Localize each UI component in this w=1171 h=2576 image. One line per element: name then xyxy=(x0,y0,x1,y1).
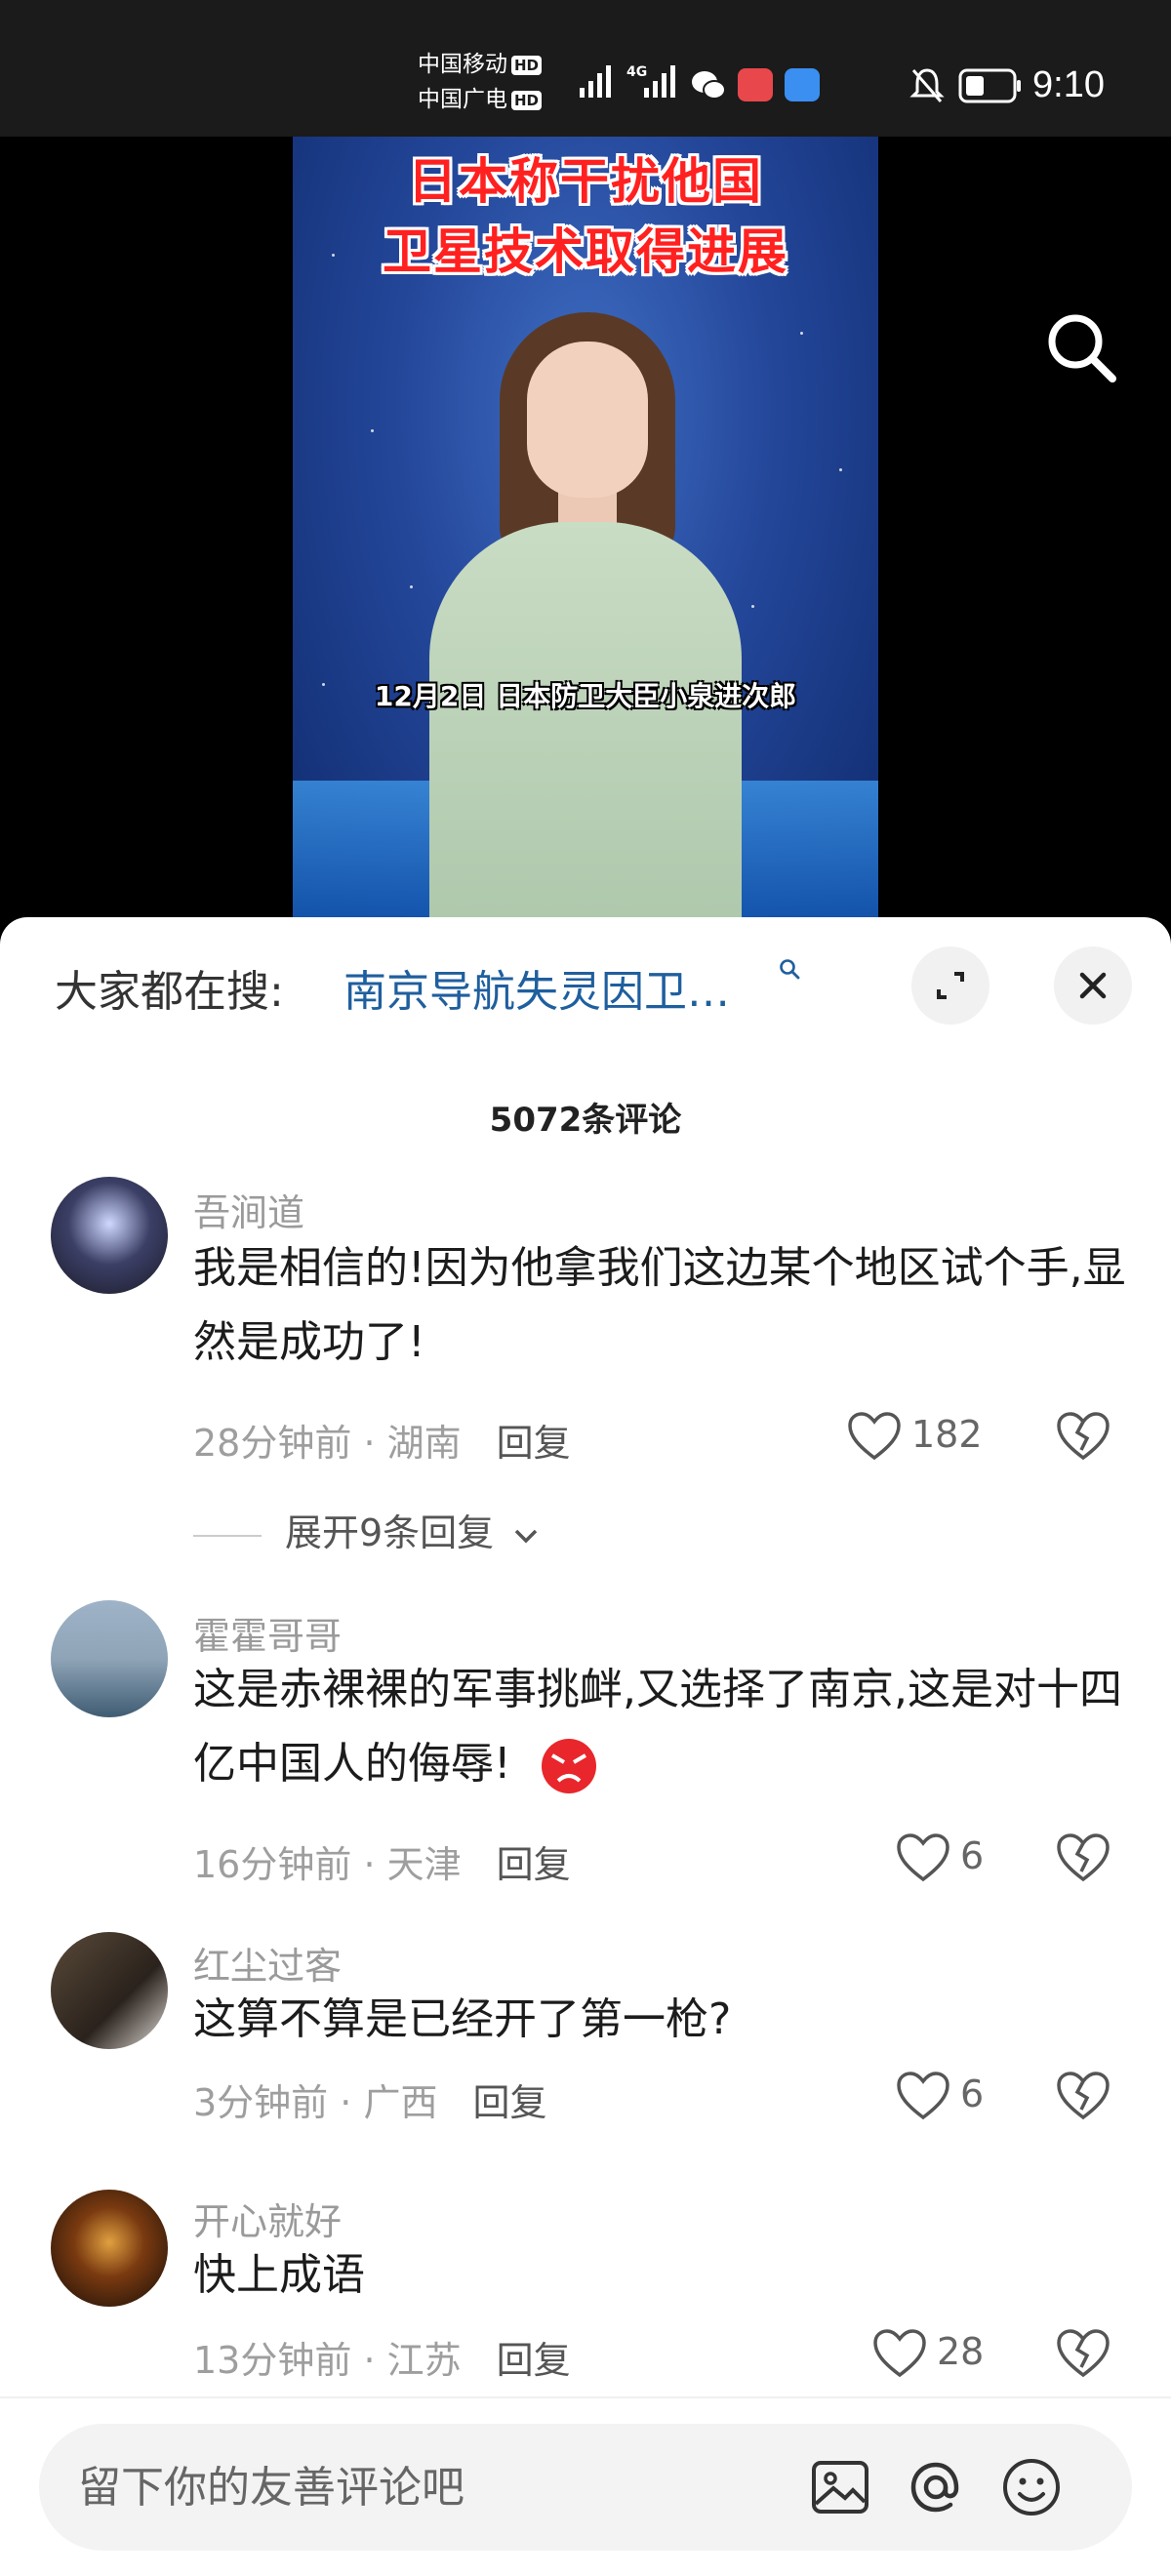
heart-icon xyxy=(897,2072,949,2120)
comment-meta: 16分钟前 · 天津 回复 xyxy=(193,1843,571,1886)
comment-location: 湖南 xyxy=(386,1422,462,1465)
mention-icon[interactable] xyxy=(902,2453,970,2521)
comment-location: 江苏 xyxy=(386,2339,462,2382)
signal-icon xyxy=(644,62,679,98)
like-count: 182 xyxy=(911,1413,983,1456)
comment-sheet: 大家都在搜: 南京导航失灵因卫… 5072条评论 吾涧道 我是相信的!因为他拿我… xyxy=(0,917,1171,2576)
comment-input[interactable] xyxy=(78,2453,761,2521)
heart-icon xyxy=(873,2329,926,2378)
video-player[interactable]: 日本称干扰他国 卫星技术取得进展 12月2日 日本防卫大臣小泉进次郎 xyxy=(0,137,1171,917)
expand-sheet-button[interactable] xyxy=(911,946,989,1025)
reply-button[interactable]: 回复 xyxy=(497,1843,571,1886)
like-button[interactable]: 6 xyxy=(896,2067,993,2125)
comment-text[interactable]: 快上成语 xyxy=(193,2238,1130,2313)
like-button[interactable]: 28 xyxy=(872,2324,993,2383)
broken-heart-icon[interactable] xyxy=(1056,1831,1110,1885)
like-count: 28 xyxy=(937,2330,985,2373)
chevron-down-icon xyxy=(515,1529,538,1543)
like-button[interactable]: 6 xyxy=(896,1829,993,1887)
expand-icon xyxy=(937,972,964,999)
close-icon xyxy=(1079,972,1107,999)
comment-time: 3分钟前 xyxy=(193,2081,329,2124)
broken-heart-icon[interactable] xyxy=(1056,2069,1110,2123)
heart-icon xyxy=(848,1412,901,1461)
news-anchor xyxy=(429,522,742,917)
trending-search-link[interactable]: 南京导航失灵因卫… xyxy=(343,956,730,1019)
video-frame[interactable]: 日本称干扰他国 卫星技术取得进展 12月2日 日本防卫大臣小泉进次郎 xyxy=(293,137,878,917)
comment-input-bar xyxy=(0,2396,1171,2576)
comment-time: 16分钟前 xyxy=(193,1843,352,1886)
comment-text[interactable]: 我是相信的!因为他拿我们这边某个地区试个手,显然是成功了! xyxy=(193,1231,1130,1380)
commenter-name[interactable]: 吾涧道 xyxy=(193,1183,304,1236)
clock: 9:10 xyxy=(1032,64,1105,105)
search-icon[interactable] xyxy=(1042,308,1120,386)
comment-time: 28分钟前 xyxy=(193,1422,352,1465)
comment-time: 13分钟前 xyxy=(193,2339,352,2382)
like-count: 6 xyxy=(960,2073,985,2115)
battery-icon xyxy=(958,68,1021,103)
weather-app-icon xyxy=(785,68,820,101)
reply-button[interactable]: 回复 xyxy=(497,2339,571,2382)
avatar[interactable] xyxy=(51,2190,168,2307)
comment-location: 天津 xyxy=(386,1843,462,1886)
huawei-app-icon xyxy=(738,68,773,101)
comment-location: 广西 xyxy=(363,2081,438,2124)
carrier-2: 中国广电 HD xyxy=(418,86,543,113)
like-button[interactable]: 182 xyxy=(847,1407,993,1466)
comment-meta: 3分钟前 · 广西 回复 xyxy=(193,2081,547,2124)
comment-text[interactable]: 这算不算是已经开了第一枪? xyxy=(193,1983,1130,2057)
carrier-1: 中国移动 HD xyxy=(418,51,543,78)
video-headline-line-2: 卫星技术取得进展 xyxy=(383,223,788,280)
avatar[interactable] xyxy=(51,1932,168,2049)
video-subtitle: 12月2日 日本防卫大臣小泉进次郎 xyxy=(374,680,797,712)
comment-meta: 28分钟前 · 湖南 回复 xyxy=(193,1422,571,1465)
comment-input-container[interactable] xyxy=(39,2424,1132,2551)
comment-meta: 13分钟前 · 江苏 回复 xyxy=(193,2339,571,2382)
comment-text[interactable]: 这是赤裸裸的军事挑衅,又选择了南京,这是对十四亿中国人的侮辱! xyxy=(193,1653,1130,1801)
reply-button[interactable]: 回复 xyxy=(497,1422,571,1465)
avatar[interactable] xyxy=(51,1177,168,1294)
search-icon[interactable] xyxy=(779,958,800,980)
wechat-icon xyxy=(692,71,726,100)
heart-icon xyxy=(897,1833,949,1882)
image-icon[interactable] xyxy=(806,2453,874,2521)
angry-emoji-icon xyxy=(541,1739,596,1793)
avatar[interactable] xyxy=(51,1600,168,1717)
hd-badge: HD xyxy=(511,90,543,110)
expand-replies-button[interactable]: 展开9条回复 xyxy=(193,1503,541,1556)
close-sheet-button[interactable] xyxy=(1054,946,1132,1025)
hd-badge: HD xyxy=(511,55,543,75)
reply-button[interactable]: 回复 xyxy=(472,2081,546,2124)
trending-label: 大家都在搜: xyxy=(55,967,284,1017)
status-bar: 中国移动 HD 中国广电 HD 4G 9:10 xyxy=(0,0,1171,137)
broken-heart-icon[interactable] xyxy=(1056,1409,1110,1464)
commenter-name[interactable]: 开心就好 xyxy=(193,2192,342,2245)
mute-icon xyxy=(909,68,945,102)
comment-count: 5072条评论 xyxy=(489,1101,682,1140)
video-headline-line-1: 日本称干扰他国 xyxy=(408,153,763,210)
signal-icon xyxy=(580,62,615,98)
emoji-icon[interactable] xyxy=(997,2453,1066,2521)
commenter-name[interactable]: 霍霍哥哥 xyxy=(193,1606,342,1660)
commenter-name[interactable]: 红尘过客 xyxy=(193,1936,342,1990)
like-count: 6 xyxy=(960,1834,985,1877)
broken-heart-icon[interactable] xyxy=(1056,2326,1110,2381)
